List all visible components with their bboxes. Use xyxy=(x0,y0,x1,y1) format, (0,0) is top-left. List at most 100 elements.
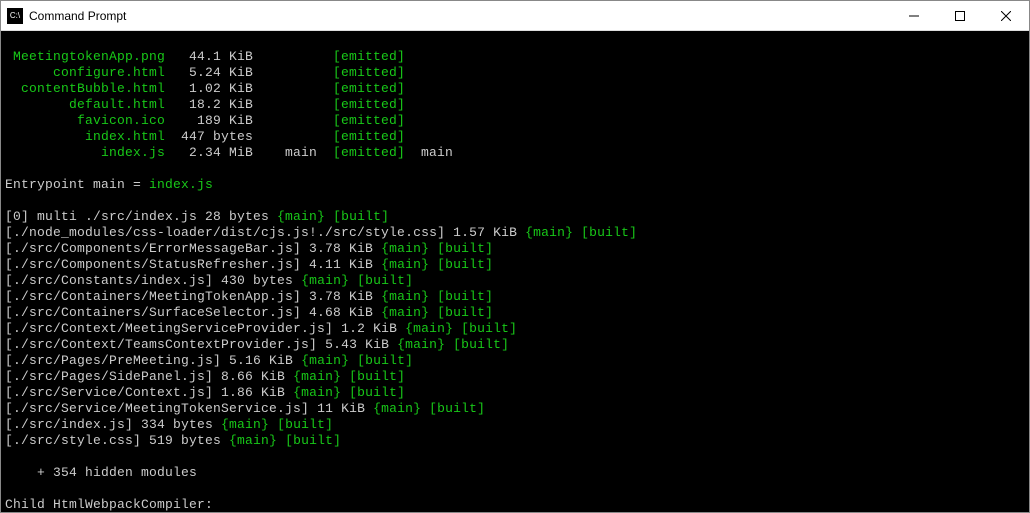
module-built: [built] xyxy=(429,305,493,320)
asset-name: favicon.ico xyxy=(5,113,165,129)
asset-size: 447 bytes xyxy=(165,129,253,145)
asset-emitted: [emitted] xyxy=(333,113,405,129)
module-built: [built] xyxy=(445,337,509,352)
module-chunk: {main} xyxy=(381,241,429,256)
asset-emitted: [emitted] xyxy=(333,129,405,145)
module-path: [./src/Constants/index.js] xyxy=(5,273,213,288)
module-chunk: {main} xyxy=(221,417,269,432)
module-size: 519 bytes xyxy=(141,433,229,448)
module-line: [./node_modules/css-loader/dist/cjs.js!.… xyxy=(5,225,1025,241)
maximize-button[interactable] xyxy=(937,1,983,30)
module-built: [built] xyxy=(421,401,485,416)
module-size: 1.86 KiB xyxy=(213,385,293,400)
module-line: [./src/Pages/SidePanel.js] 8.66 KiB {mai… xyxy=(5,369,1025,385)
module-line: [./src/Context/TeamsContextProvider.js] … xyxy=(5,337,1025,353)
asset-emitted: [emitted] xyxy=(333,97,405,113)
module-path: [./src/Pages/PreMeeting.js] xyxy=(5,353,221,368)
module-line: [./src/style.css] 519 bytes {main} [buil… xyxy=(5,433,1025,449)
module-size: 4.68 KiB xyxy=(301,305,381,320)
module-built: [built] xyxy=(429,289,493,304)
asset-emitted: [emitted] xyxy=(333,65,405,81)
close-button[interactable] xyxy=(983,1,1029,30)
asset-size: 189 KiB xyxy=(165,113,253,129)
module-path: [./src/Service/Context.js] xyxy=(5,385,213,400)
module-size: 3.78 KiB xyxy=(301,241,381,256)
module-size: 1.2 KiB xyxy=(333,321,405,336)
module-size: 334 bytes xyxy=(133,417,221,432)
asset-emitted: [emitted] xyxy=(333,81,405,97)
module-path: [0] multi ./src/index.js xyxy=(5,209,197,224)
module-path: [./node_modules/css-loader/dist/cjs.js!.… xyxy=(5,225,445,240)
module-built: [built] xyxy=(349,273,413,288)
module-size: 5.16 KiB xyxy=(221,353,301,368)
module-chunk: {main} xyxy=(381,289,429,304)
window-controls xyxy=(891,1,1029,30)
module-chunk: {main} xyxy=(405,321,453,336)
module-size: 11 KiB xyxy=(309,401,373,416)
asset-size: 18.2 KiB xyxy=(165,97,253,113)
module-built: [built] xyxy=(573,225,637,240)
module-line: [./src/Constants/index.js] 430 bytes {ma… xyxy=(5,273,1025,289)
asset-name: index.js xyxy=(5,145,165,161)
asset-row: favicon.ico189 KiB [emitted] xyxy=(5,113,1025,129)
module-path: [./src/Service/MeetingTokenService.js] xyxy=(5,401,309,416)
module-chunk: {main} xyxy=(397,337,445,352)
module-built: [built] xyxy=(453,321,517,336)
module-chunk: {main} xyxy=(373,401,421,416)
module-built: [built] xyxy=(325,209,389,224)
asset-row: default.html18.2 KiB [emitted] xyxy=(5,97,1025,113)
asset-chunks: main xyxy=(253,145,317,161)
asset-size: 2.34 MiB xyxy=(165,145,253,161)
module-size: 1.57 KiB xyxy=(445,225,525,240)
module-chunk: {main} xyxy=(381,305,429,320)
asset-size: 44.1 KiB xyxy=(165,49,253,65)
module-line: [0] multi ./src/index.js 28 bytes {main}… xyxy=(5,209,1025,225)
asset-row: contentBubble.html1.02 KiB[emitted] xyxy=(5,81,1025,97)
module-path: [./src/Context/TeamsContextProvider.js] xyxy=(5,337,317,352)
module-size: 3.78 KiB xyxy=(301,289,381,304)
module-line: [./src/Containers/MeetingTokenApp.js] 3.… xyxy=(5,289,1025,305)
asset-name: default.html xyxy=(5,97,165,113)
module-line: [./src/index.js] 334 bytes {main} [built… xyxy=(5,417,1025,433)
hidden-modules: + 354 hidden modules xyxy=(5,465,1025,481)
module-path: [./src/Containers/SurfaceSelector.js] xyxy=(5,305,301,320)
module-path: [./src/Context/MeetingServiceProvider.js… xyxy=(5,321,333,336)
module-built: [built] xyxy=(341,385,405,400)
module-chunk: {main} xyxy=(293,385,341,400)
asset-chunks xyxy=(253,129,317,145)
window-title: Command Prompt xyxy=(29,9,891,23)
asset-row: MeetingtokenApp.png44.1 KiB[emitted] xyxy=(5,49,1025,65)
asset-trail: main xyxy=(421,145,453,161)
terminal-output[interactable]: MeetingtokenApp.png44.1 KiB[emitted]conf… xyxy=(1,31,1029,512)
minimize-button[interactable] xyxy=(891,1,937,30)
asset-size: 5.24 KiB xyxy=(165,65,253,81)
module-size: 5.43 KiB xyxy=(317,337,397,352)
module-chunk: {main} xyxy=(229,433,277,448)
module-line: [./src/Containers/SurfaceSelector.js] 4.… xyxy=(5,305,1025,321)
module-built: [built] xyxy=(429,241,493,256)
asset-name: configure.html xyxy=(5,65,165,81)
module-path: [./src/index.js] xyxy=(5,417,133,432)
module-path: [./src/Components/StatusRefresher.js] xyxy=(5,257,301,272)
asset-row: configure.html5.24 KiB [emitted] xyxy=(5,65,1025,81)
module-built: [built] xyxy=(269,417,333,432)
module-size: 8.66 KiB xyxy=(213,369,293,384)
module-line: [./src/Pages/PreMeeting.js] 5.16 KiB {ma… xyxy=(5,353,1025,369)
module-built: [built] xyxy=(277,433,341,448)
asset-chunks xyxy=(253,81,317,97)
module-line: [./src/Context/MeetingServiceProvider.js… xyxy=(5,321,1025,337)
module-built: [built] xyxy=(341,369,405,384)
asset-emitted: [emitted] xyxy=(333,145,405,161)
asset-chunks xyxy=(253,49,317,65)
module-built: [built] xyxy=(429,257,493,272)
module-size: 430 bytes xyxy=(213,273,301,288)
entrypoint-line: Entrypoint main = index.js xyxy=(5,177,1025,193)
module-chunk: {main} xyxy=(301,273,349,288)
module-size: 4.11 KiB xyxy=(301,257,381,272)
module-path: [./src/style.css] xyxy=(5,433,141,448)
module-size: 28 bytes xyxy=(197,209,277,224)
titlebar: C:\ Command Prompt xyxy=(1,1,1029,31)
asset-chunks xyxy=(253,65,317,81)
module-line: [./src/Components/StatusRefresher.js] 4.… xyxy=(5,257,1025,273)
asset-row: index.html447 bytes[emitted] xyxy=(5,129,1025,145)
